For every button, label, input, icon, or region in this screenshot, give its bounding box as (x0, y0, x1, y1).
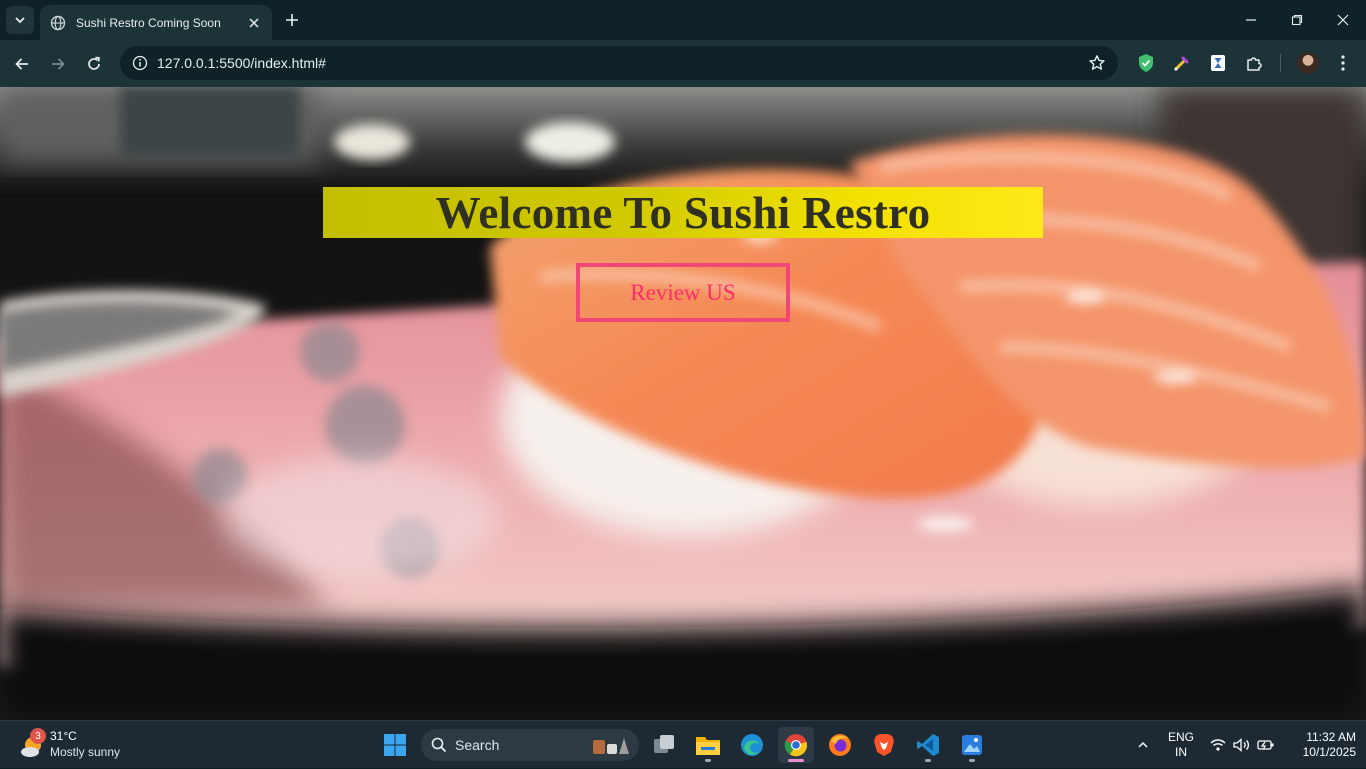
new-tab-button[interactable] (280, 8, 304, 32)
arrow-left-icon (15, 58, 28, 70)
address-bar[interactable]: 127.0.0.1:5500/index.html# (120, 46, 1118, 80)
reload-icon (88, 56, 100, 70)
firefox-icon (829, 734, 851, 756)
minimize-button[interactable] (1228, 0, 1274, 40)
running-indicator (925, 759, 931, 762)
language-indicator[interactable]: ENG IN (1164, 730, 1198, 760)
tab-title: Sushi Restro Coming Soon (76, 15, 221, 30)
active-indicator (788, 759, 804, 762)
plus-icon (286, 14, 298, 26)
edge-icon (741, 734, 763, 756)
start-button[interactable] (377, 727, 413, 763)
search-label: Search (455, 737, 500, 753)
toolbar-separator (1280, 54, 1281, 72)
search-icon (431, 737, 447, 753)
arrow-right-icon (52, 58, 65, 70)
taskbar: 3 31°C Mostly sunny Search ENG IN 11:32 … (0, 720, 1366, 768)
close-icon (1337, 14, 1349, 26)
file-explorer-button[interactable] (690, 727, 726, 763)
profile-avatar[interactable] (1297, 52, 1319, 74)
restore-icon (1291, 14, 1303, 26)
review-us-button[interactable]: Review US (576, 263, 790, 322)
chevron-up-icon (1138, 741, 1148, 748)
windows-icon (384, 734, 406, 756)
task-view-icon (654, 735, 674, 753)
tab-strip: Sushi Restro Coming Soon (0, 0, 1366, 40)
site-info-icon[interactable] (132, 55, 148, 71)
running-indicator (705, 759, 711, 762)
region-code: IN (1175, 745, 1187, 759)
wifi-icon[interactable] (1208, 721, 1228, 769)
vscode-button[interactable] (910, 727, 946, 763)
chrome-button[interactable] (778, 727, 814, 763)
reload-button[interactable] (79, 49, 109, 79)
volume-icon[interactable] (1232, 721, 1252, 769)
forward-button[interactable] (43, 49, 73, 79)
clock[interactable]: 11:32 AM 10/1/2025 (1284, 730, 1356, 760)
tab-search-button[interactable] (6, 6, 34, 34)
restore-button[interactable] (1274, 0, 1320, 40)
battery-charging-icon[interactable] (1256, 721, 1276, 769)
minimize-icon (1246, 19, 1256, 21)
weather-widget[interactable]: 3 31°C Mostly sunny (18, 728, 148, 762)
sushi-background-video (0, 87, 1366, 720)
url-text: 127.0.0.1:5500/index.html# (157, 55, 326, 71)
weather-badge: 3 (30, 728, 46, 744)
vscode-icon (917, 734, 939, 756)
browser-menu-button[interactable] (1332, 52, 1354, 74)
clock-date: 10/1/2025 (1302, 745, 1356, 759)
brave-button[interactable] (866, 727, 902, 763)
welcome-banner: Welcome To Sushi Restro (323, 187, 1043, 238)
browser-toolbar: 127.0.0.1:5500/index.html# (0, 40, 1366, 87)
task-view-button[interactable] (646, 727, 682, 763)
language-code: ENG (1167, 730, 1194, 744)
more-vertical-icon (1341, 55, 1345, 71)
shield-extension-icon[interactable] (1135, 52, 1157, 74)
weather-condition: Mostly sunny (50, 745, 121, 759)
search-highlight-art-icon (593, 738, 629, 754)
chrome-icon (784, 734, 808, 757)
color-picker-extension-icon[interactable] (1171, 52, 1193, 74)
photos-button[interactable] (954, 727, 990, 763)
photos-icon (962, 735, 982, 755)
close-window-button[interactable] (1320, 0, 1366, 40)
clock-time: 11:32 AM (1306, 730, 1356, 744)
show-hidden-icons-button[interactable] (1132, 721, 1154, 769)
page-title: Welcome To Sushi Restro (435, 187, 931, 238)
file-explorer-icon (696, 737, 720, 755)
review-us-label: Review US (630, 279, 736, 305)
back-button[interactable] (7, 49, 37, 79)
close-tab-icon[interactable] (246, 15, 262, 31)
chevron-down-icon (15, 17, 25, 24)
extensions-puzzle-icon[interactable] (1243, 52, 1265, 74)
taskbar-search[interactable]: Search (421, 729, 639, 761)
weather-temp: 31°C (50, 729, 77, 743)
bookmark-star-icon[interactable] (1088, 54, 1106, 72)
browser-tab[interactable]: Sushi Restro Coming Soon (40, 5, 272, 40)
edge-button[interactable] (734, 727, 770, 763)
globe-icon (50, 15, 66, 31)
running-indicator (969, 759, 975, 762)
timer-extension-icon[interactable] (1207, 52, 1229, 74)
brave-icon (874, 734, 894, 756)
firefox-button[interactable] (822, 727, 858, 763)
page-viewport: Welcome To Sushi Restro Review US (0, 87, 1366, 720)
